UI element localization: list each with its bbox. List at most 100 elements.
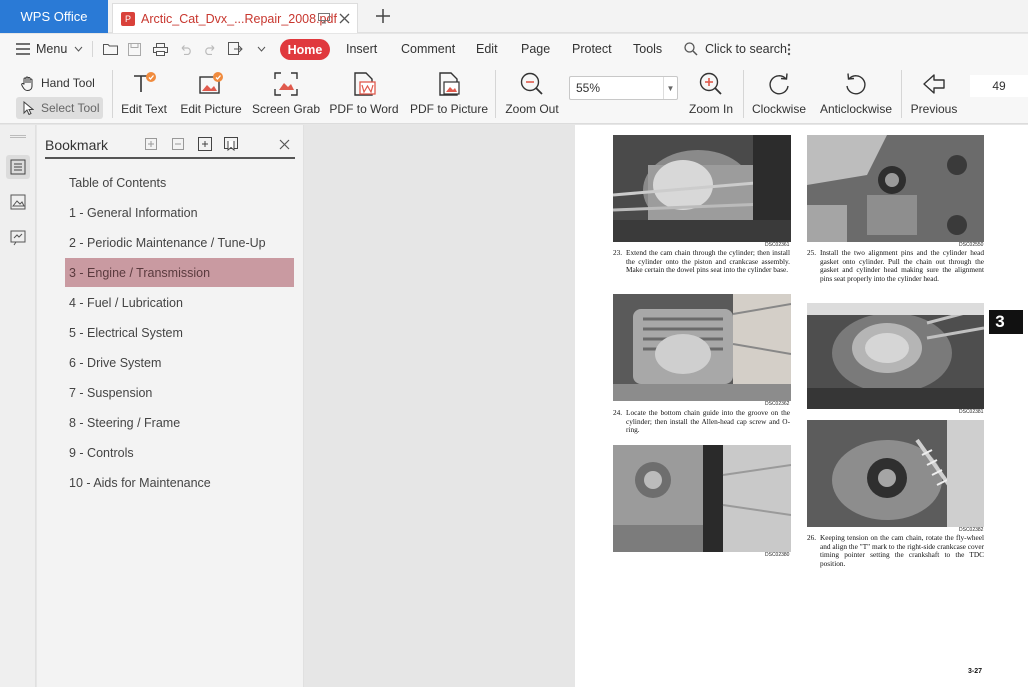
title-bar: WPS Office P Arctic_Cat_Dvx_...Repair_20… [0,0,1028,33]
document-tab[interactable]: P Arctic_Cat_Dvx_...Repair_2008.pdf [112,3,358,33]
zoom-in-label: Zoom In [688,102,733,116]
pdf-file-icon: P [121,11,135,26]
hand-icon [20,75,36,91]
photo-cylinder-install [613,135,791,242]
bookmark-item[interactable]: 8 - Steering / Frame [65,408,294,437]
bookmark-item[interactable]: 6 - Drive System [65,348,294,377]
zoom-in-icon [698,71,724,97]
screen-grab-icon [273,71,299,97]
bookmark-item[interactable]: 10 - Aids for Maintenance [65,468,294,497]
clockwise-label: Clockwise [751,102,806,116]
hamburger-icon[interactable] [15,41,31,57]
edit-picture-label: Edit Picture [180,102,242,116]
pdf-to-word-button[interactable]: PDF to Word [329,64,399,124]
page-number-input[interactable]: 49 [970,75,1028,97]
drag-grip-icon [10,135,26,138]
new-tab-plus-icon[interactable] [372,5,394,27]
chevron-down-icon[interactable] [70,41,86,57]
bookmark-item[interactable]: 2 - Periodic Maintenance / Tune-Up [65,228,294,257]
bookmark-item[interactable]: 1 - General Information [65,198,294,227]
pdf-to-word-label: PDF to Word [329,102,399,116]
photo-id: DSC02380 [765,552,790,558]
monitor-icon[interactable] [317,11,331,25]
more-vertical-icon[interactable] [781,41,797,57]
step-25: 25. Install the two alignment pins and t… [807,248,984,283]
search-icon[interactable] [683,41,699,57]
bookmark-panel: Bookmark Table of Contents 1 - General In… [37,125,304,687]
zoom-out-button[interactable]: Zoom Out [503,64,561,124]
bookmark-options-icon[interactable] [223,136,239,152]
zoom-in-button[interactable]: Zoom In [686,64,736,124]
menu-tab-comment[interactable]: Comment [401,34,455,64]
app-tab-wps-office[interactable]: WPS Office [0,0,108,33]
bookmark-item[interactable]: 4 - Fuel / Lubrication [65,288,294,317]
menu-tab-home[interactable]: Home [280,39,330,60]
menu-tab-edit[interactable]: Edit [476,34,498,64]
menu-button[interactable]: Menu [36,34,67,64]
open-folder-icon[interactable] [102,41,118,57]
expand-all-icon[interactable] [143,136,159,152]
bookmark-item[interactable]: Table of Contents [65,168,294,197]
redo-icon[interactable] [202,41,218,57]
screen-grab-label: Screen Grab [251,102,321,116]
zoom-level-value: 55% [576,81,601,95]
edit-text-button[interactable]: Edit Text [120,64,168,124]
thumbnail-panel-icon[interactable] [6,190,30,214]
bookmark-header: Bookmark [45,133,295,159]
rotate-anticlockwise-icon [843,71,869,97]
annotation-panel-icon[interactable] [6,226,30,250]
pdf-to-picture-label: PDF to Picture [409,102,489,116]
document-viewport[interactable]: DSC02361 DSC02550 23. Extend the cam cha… [305,125,1028,687]
bookmark-item[interactable]: 9 - Controls [65,438,294,467]
page-footer-number: 3-27 [968,668,983,675]
bookmark-item[interactable]: 3 - Engine / Transmission [65,258,294,287]
hand-tool-button[interactable]: Hand Tool [16,72,99,94]
ribbon-toolbar: Hand Tool Select Tool Edit Text Edit Pic… [0,64,1028,124]
collapse-all-icon[interactable] [170,136,186,152]
menu-tab-page[interactable]: Page [521,34,550,64]
step-24: 24. Locate the bottom chain guide into t… [613,408,790,434]
menu-tab-tools[interactable]: Tools [633,34,662,64]
menu-bar: Menu Home Insert Comment Edit Page Prote… [0,34,1028,64]
select-tool-label: Select Tool [41,101,100,115]
pdf-to-picture-button[interactable]: PDF to Picture [410,64,488,124]
menu-tab-insert[interactable]: Insert [346,34,377,64]
chevron-down-icon[interactable]: ▼ [663,77,677,99]
bookmark-item[interactable]: 5 - Electrical System [65,318,294,347]
rotate-clockwise-icon [766,71,792,97]
export-icon[interactable] [227,41,243,57]
rotate-anticlockwise-button[interactable]: Anticlockwise [817,64,895,124]
search-field[interactable]: Click to search [705,34,787,64]
app-name: WPS Office [20,9,88,24]
photo-flywheel [807,420,984,527]
select-tool-button[interactable]: Select Tool [16,97,104,119]
left-icon-rail [0,125,36,687]
arrow-left-icon [921,71,947,97]
save-icon[interactable] [126,41,142,57]
hand-tool-label: Hand Tool [41,76,95,90]
more-dropdown-icon[interactable] [253,41,269,57]
bookmark-panel-icon[interactable] [6,155,30,179]
edit-text-icon [131,71,157,97]
photo-chain-guide [613,294,791,401]
zoom-out-icon [519,71,545,97]
close-tab-icon[interactable] [337,11,351,25]
bookmark-item[interactable]: 7 - Suspension [65,378,294,407]
cursor-icon [20,100,36,116]
zoom-level-select[interactable]: 55% ▼ [569,76,678,100]
screen-grab-button[interactable]: Screen Grab [251,64,321,124]
undo-icon[interactable] [177,41,193,57]
close-panel-icon[interactable] [276,136,292,152]
anticlockwise-label: Anticlockwise [819,102,893,116]
menu-tab-protect[interactable]: Protect [572,34,612,64]
edit-picture-button[interactable]: Edit Picture [179,64,243,124]
photo-engine-side [613,445,791,552]
photo-cylinder-head [807,303,984,409]
edit-text-label: Edit Text [121,102,167,116]
add-bookmark-icon[interactable] [197,136,213,152]
bookmark-title: Bookmark [45,137,109,153]
previous-page-button[interactable]: Previous [907,64,961,124]
print-icon[interactable] [152,41,168,57]
rotate-clockwise-button[interactable]: Clockwise [751,64,807,124]
section-tab: 3 [989,310,1023,334]
